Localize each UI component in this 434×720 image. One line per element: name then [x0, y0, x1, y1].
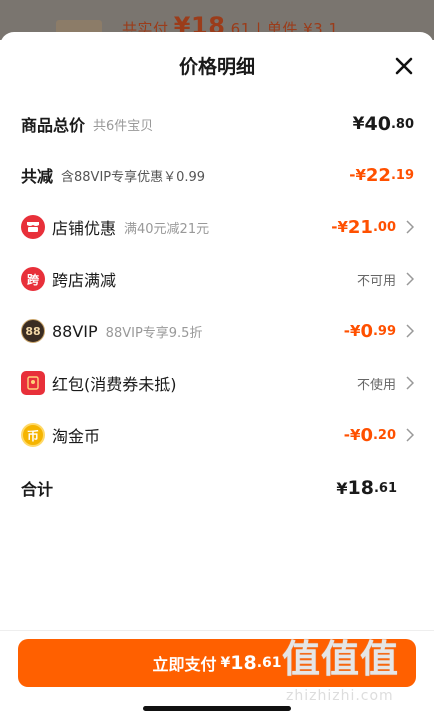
pay-yen: ¥: [220, 655, 231, 671]
total-discount-label: 共减: [21, 167, 54, 186]
sum-small: .61: [373, 480, 397, 496]
pay-now-button[interactable]: 立即支付 ¥18.61: [18, 639, 416, 687]
gold-coin-icon: 币: [21, 423, 45, 447]
88vip-icon: 88: [21, 319, 45, 343]
close-button[interactable]: [392, 54, 416, 78]
store-small: .00: [372, 219, 396, 235]
88vip-label: 88VIP: [52, 321, 98, 341]
store-big: 21: [347, 216, 373, 238]
pay-big: 18: [230, 652, 257, 674]
total-yen: ¥: [352, 114, 365, 134]
chevron-right-icon: [406, 376, 414, 390]
price-detail-sheet: 价格明细 商品总价 共6件宝贝 ¥40.80 共减 含88VIP专享优惠￥0.9…: [0, 32, 434, 720]
vip-small: .99: [372, 323, 396, 339]
red-packet-icon: [21, 371, 45, 395]
red-packet-status: 不使用: [356, 377, 396, 393]
row-total-discount: 共减 含88VIP专享优惠￥0.99 -¥ 22.19: [0, 158, 434, 192]
store-icon: [21, 215, 45, 239]
red-packet-value: 不使用: [357, 366, 414, 400]
vip-prefix: -¥: [343, 322, 361, 340]
item-count: 共6件宝贝: [93, 118, 154, 134]
footer-divider: [0, 630, 434, 631]
watermark-url: zhizhizhi.com: [286, 688, 394, 704]
pay-label: 立即支付: [152, 655, 217, 674]
vip-big: 0: [360, 320, 373, 342]
88vip-value: -¥ 0.99: [344, 314, 414, 348]
pay-small: .61: [256, 655, 282, 671]
sum-yen: ¥: [336, 478, 348, 498]
coin-small: .20: [372, 427, 396, 443]
sheet-title: 价格明细: [178, 56, 255, 78]
coin-prefix: -¥: [343, 426, 361, 444]
red-packet-label: 红包(消费券未抵): [52, 375, 177, 394]
chevron-right-icon: [406, 324, 414, 338]
row-red-packet[interactable]: 红包(消费券未抵) 不使用: [0, 366, 434, 400]
store-discount-value: -¥ 21.00: [331, 210, 414, 244]
row-store-discount[interactable]: 店铺优惠 满40元减21元 -¥ 21.00: [0, 210, 434, 244]
close-icon: [395, 57, 413, 75]
chevron-right-icon: [406, 272, 414, 286]
store-discount-rule: 满40元减21元: [124, 221, 210, 237]
row-sum: 合计 ¥18.61: [0, 471, 434, 505]
sum-value: ¥18.61: [336, 471, 397, 505]
total-small: .80: [390, 116, 414, 132]
discount-prefix: -¥: [349, 166, 366, 184]
total-price-label: 商品总价: [21, 116, 86, 135]
total-price-value: ¥40.80: [353, 107, 414, 141]
store-prefix: -¥: [331, 218, 348, 236]
sum-label: 合计: [21, 480, 54, 499]
sum-big: 18: [347, 477, 374, 499]
cross-store-status: 不可用: [356, 273, 396, 289]
cross-store-label: 跨店满减: [52, 271, 117, 290]
discount-big: 22: [365, 164, 391, 186]
88vip-rule: 88VIP专享9.5折: [105, 325, 203, 341]
store-discount-label: 店铺优惠: [52, 219, 117, 238]
chevron-right-icon: [406, 220, 414, 234]
cross-store-value: 不可用: [357, 262, 414, 296]
gold-coin-label: 淘金币: [52, 427, 101, 446]
discount-small: .19: [390, 167, 414, 183]
chevron-right-icon: [406, 428, 414, 442]
row-88vip[interactable]: 88 88VIP 88VIP专享9.5折 -¥ 0.99: [0, 314, 434, 348]
total-discount-sub: 含88VIP专享优惠￥0.99: [61, 169, 206, 185]
gold-coin-value: -¥ 0.20: [344, 418, 414, 452]
home-indicator: [143, 706, 291, 711]
row-cross-store[interactable]: 跨 跨店满减 不可用: [0, 262, 434, 296]
total-big: 40: [364, 113, 391, 135]
row-total-price: 商品总价 共6件宝贝 ¥40.80: [0, 107, 434, 141]
coin-big: 0: [360, 424, 373, 446]
row-gold-coin[interactable]: 币 淘金币 -¥ 0.20: [0, 418, 434, 452]
cross-store-icon: 跨: [21, 267, 45, 291]
total-discount-value: -¥ 22.19: [349, 158, 414, 192]
